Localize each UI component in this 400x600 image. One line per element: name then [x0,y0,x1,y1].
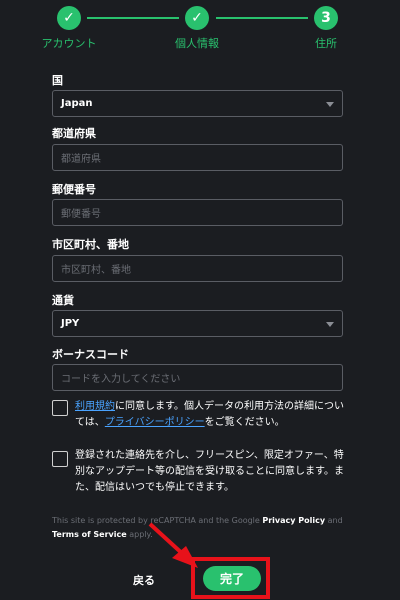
back-button[interactable]: 戻る [133,572,155,588]
annotation-arrow-icon [148,522,198,568]
done-button[interactable]: 完了 [203,566,261,591]
